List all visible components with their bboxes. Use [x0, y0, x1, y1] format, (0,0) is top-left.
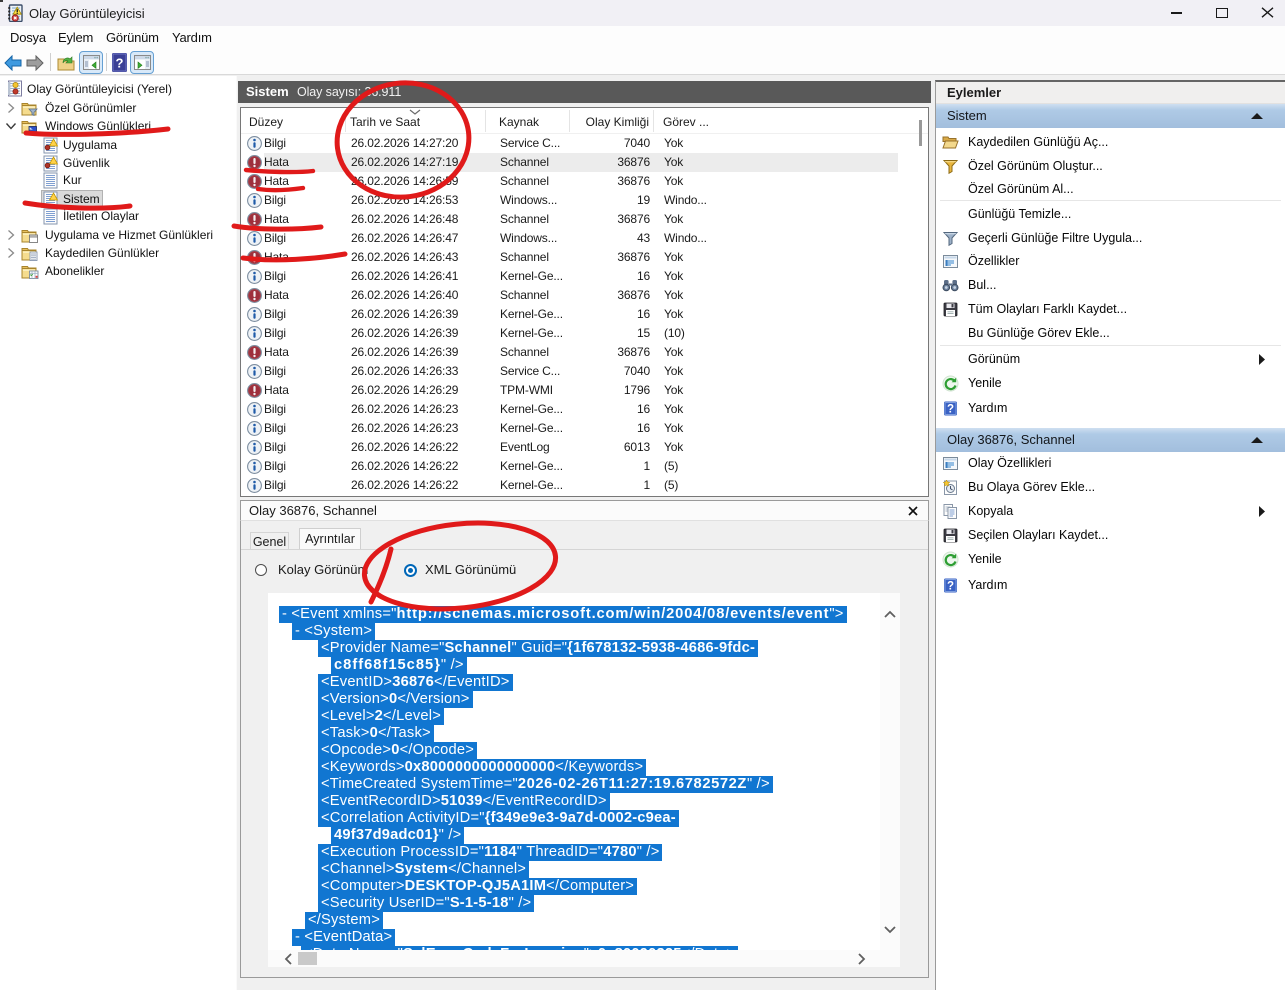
svg-text:?: ? — [947, 581, 954, 593]
svg-text:?: ? — [116, 56, 124, 71]
svg-text:?: ? — [947, 404, 954, 416]
